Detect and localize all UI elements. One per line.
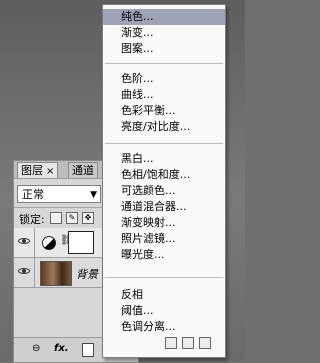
menu-item-photo-filter[interactable]: 照片滤镜... (103, 231, 225, 247)
menu-item-posterize[interactable]: 色调分离... (103, 319, 225, 335)
menu-item-hue-saturation[interactable]: 色相/饱和度... (103, 167, 225, 183)
menu-item-gradient[interactable]: 渐变... (103, 25, 225, 41)
tab-layers[interactable]: 图层 × (17, 162, 59, 178)
menu-item-channel-mixer[interactable]: 通道混合器... (103, 199, 225, 215)
layer-thumbnail (40, 261, 72, 286)
visibility-divider (34, 258, 35, 287)
menu-item-threshold[interactable]: 阈值... (103, 303, 225, 319)
chevron-down-icon: ▼ (90, 190, 97, 200)
eye-icon[interactable] (18, 236, 30, 246)
eye-icon[interactable] (18, 266, 30, 276)
visibility-divider (34, 228, 35, 257)
mask-icon[interactable] (82, 343, 94, 357)
menu-item-levels[interactable]: 色阶... (103, 71, 225, 87)
blend-mode-select[interactable]: 正常 ▼ (17, 185, 101, 203)
menu-item-brightness-contrast[interactable]: 亮度/对比度... (103, 119, 225, 135)
tab-channels-label: 通道 (72, 164, 94, 177)
menu-separator (105, 277, 223, 278)
tab-layers-label: 图层 (21, 164, 43, 177)
menu-item-color-balance[interactable]: 色彩平衡... (103, 103, 225, 119)
trash-icon[interactable] (199, 337, 211, 349)
menu-item-black-white[interactable]: 黑白... (103, 151, 225, 167)
tab-channels[interactable]: 通道 (68, 162, 98, 178)
lock-paint-icon[interactable]: ✎ (66, 212, 78, 224)
lock-move-icon[interactable]: ✥ (82, 212, 94, 224)
link-icon[interactable]: ⊖ (32, 343, 40, 355)
close-icon[interactable]: × (46, 166, 54, 177)
menu-item-invert[interactable]: 反相 (103, 287, 225, 303)
adjustment-layer-menu: 纯色... 渐变... 图案... 色阶... 曲线... 色彩平衡... 亮度… (102, 4, 226, 358)
new-group-icon[interactable] (165, 337, 177, 349)
menu-item-pattern[interactable]: 图案... (103, 41, 225, 57)
layer-name: 背景 (76, 268, 98, 281)
menu-item-selective-color[interactable]: 可选颜色... (103, 183, 225, 199)
layer-mask-thumbnail[interactable] (68, 231, 94, 254)
blend-mode-value: 正常 (22, 188, 44, 201)
adjustment-layer-icon (42, 236, 56, 250)
new-layer-icon[interactable] (182, 337, 194, 349)
menu-item-gradient-map[interactable]: 渐变映射... (103, 215, 225, 231)
menu-item-exposure[interactable]: 曝光度... (103, 247, 225, 263)
menu-separator (105, 143, 223, 144)
menu-item-curves[interactable]: 曲线... (103, 87, 225, 103)
lock-label: 锁定: (19, 213, 45, 226)
menu-separator (105, 63, 223, 64)
fx-icon[interactable]: fx. (54, 343, 69, 355)
menu-item-solid-color[interactable]: 纯色... (103, 9, 225, 25)
lock-transparency-icon[interactable] (50, 212, 62, 224)
